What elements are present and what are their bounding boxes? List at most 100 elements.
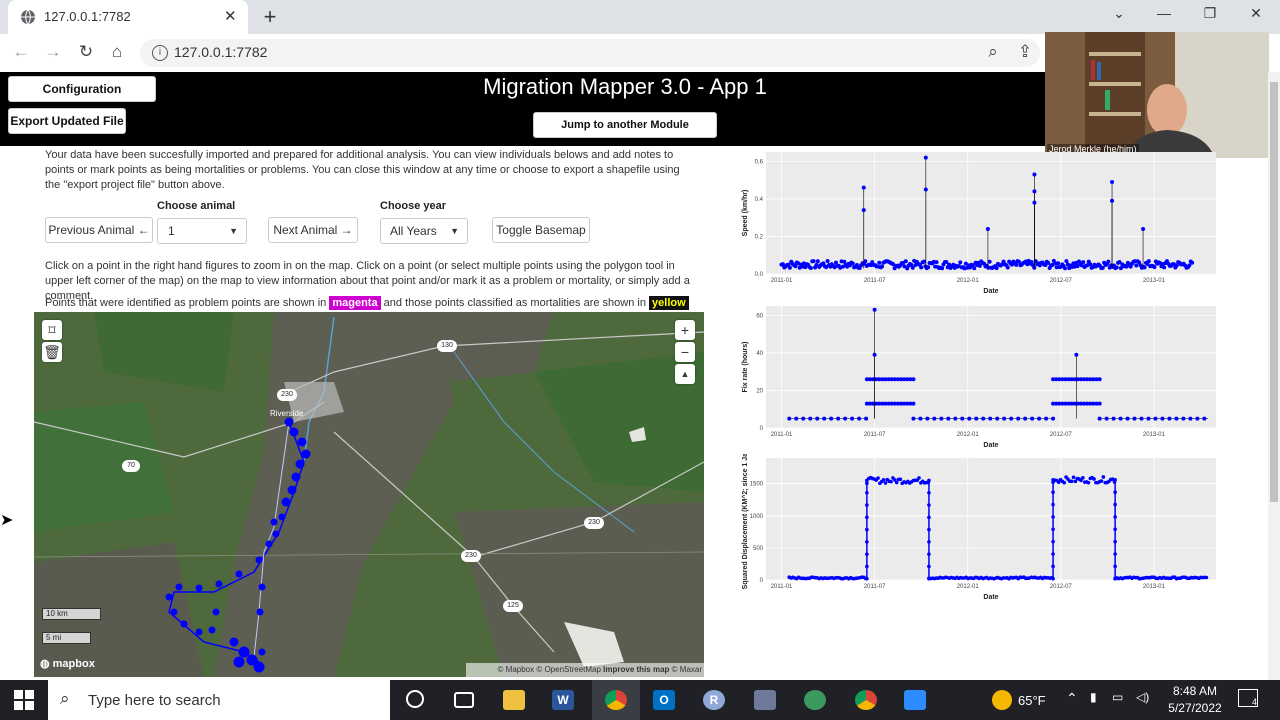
chrome-icon[interactable] — [605, 690, 627, 710]
highway-shield: 130 — [437, 340, 457, 352]
share-icon[interactable]: ⇪ — [1014, 42, 1036, 62]
data-point — [919, 265, 924, 270]
data-point — [918, 416, 923, 421]
data-point — [977, 263, 982, 268]
jump-module-button[interactable]: Jump to another Module — [533, 112, 717, 138]
choose-animal-label: Choose animal — [157, 200, 236, 212]
info-icon[interactable]: i — [152, 45, 168, 61]
y-tick-label: 40 — [756, 351, 763, 357]
map[interactable]: ⌑ 🗑 + − ▲ Riverside 130 230 70 230 230 1… — [34, 312, 704, 677]
fix-rate-chart[interactable]: 0 20 40 60 2011-01 2011-07 2012-01 2012-07 2013-… — [738, 302, 1224, 452]
x-tick-label: 2011-07 — [864, 584, 886, 590]
trash-icon[interactable]: 🗑 — [42, 342, 62, 362]
reload-icon[interactable]: ↻ — [75, 42, 97, 62]
data-point — [865, 527, 869, 532]
plot-background — [766, 152, 1216, 274]
data-point — [911, 416, 916, 421]
data-point — [921, 259, 926, 264]
restore-icon[interactable]: ❐ — [1196, 5, 1224, 22]
reset-north-button[interactable]: ▲ — [675, 364, 695, 384]
data-point — [1051, 564, 1055, 569]
data-point — [1009, 416, 1014, 421]
new-tab-icon[interactable]: + — [258, 4, 282, 30]
chrome-profile-icon[interactable] — [855, 690, 877, 710]
forward-icon[interactable]: → — [42, 42, 64, 62]
data-point — [850, 261, 855, 266]
r-icon[interactable]: R — [703, 690, 725, 710]
animal-select[interactable]: 1 ▼ — [157, 218, 247, 244]
network-icon[interactable]: ▭ — [1112, 690, 1123, 704]
data-point — [787, 265, 792, 270]
weather-sun-icon[interactable] — [992, 690, 1012, 710]
close-tab-icon[interactable]: ✕ — [224, 7, 237, 25]
minimize-icon[interactable]: — — [1150, 5, 1178, 21]
chevron-down-icon: ▼ — [450, 226, 459, 236]
data-point — [1152, 265, 1157, 270]
data-point — [1113, 502, 1117, 507]
data-point — [927, 552, 931, 556]
close-window-icon[interactable]: ✕ — [1242, 5, 1270, 22]
x-tick-label: 2011-01 — [771, 584, 793, 590]
next-animal-button[interactable]: Next Animal → — [268, 217, 358, 243]
file-explorer-icon[interactable] — [503, 690, 525, 710]
data-point — [1005, 265, 1010, 270]
configuration-parameters-button[interactable]: Configuration Parameters — [8, 76, 156, 120]
windows-start-icon[interactable] — [14, 690, 34, 710]
home-icon[interactable]: ⌂ — [106, 42, 128, 62]
toggle-basemap-button[interactable]: Toggle Basemap — [492, 217, 590, 243]
search-app-icon[interactable] — [804, 690, 826, 710]
data-point — [1051, 527, 1055, 532]
tab-search-icon[interactable]: ⌄ — [1105, 5, 1133, 22]
address-bar[interactable]: i 127.0.0.1:7782 — [140, 39, 1040, 67]
data-point — [843, 416, 848, 421]
plot-background — [766, 306, 1216, 428]
displacement-chart[interactable]: 0 500 1000 1500 2011-01 2011-07 2012-01 2012-07… — [738, 454, 1224, 604]
chevron-down-icon: ▼ — [229, 226, 238, 236]
y-tick-label: 1500 — [750, 482, 764, 488]
volume-icon[interactable]: ◁) — [1136, 690, 1149, 704]
zoom-icon[interactable]: ⌕ — [982, 42, 1004, 62]
back-icon[interactable]: ← — [10, 42, 32, 62]
battery-icon[interactable]: ▮ — [1090, 690, 1097, 704]
data-point — [1139, 416, 1144, 421]
data-point — [815, 259, 820, 264]
clock-time[interactable]: 8:48 AM — [1160, 684, 1230, 698]
taskbar-search[interactable]: ⌕ Type here to search — [48, 680, 390, 720]
zoom-app-icon[interactable] — [904, 690, 926, 710]
previous-animal-button[interactable]: Previous Animal ← — [45, 217, 153, 243]
data-point — [985, 226, 990, 231]
cortana-icon[interactable] — [406, 690, 424, 708]
word-icon[interactable]: W — [552, 690, 574, 710]
weather-temp[interactable]: 65°F — [1018, 693, 1046, 708]
zoom-out-button[interactable]: − — [675, 342, 695, 362]
task-view-icon[interactable] — [454, 692, 474, 708]
export-updated-file-button[interactable]: Export Updated File — [8, 108, 126, 134]
data-point — [932, 416, 937, 421]
scrollbar-thumb[interactable] — [1270, 82, 1278, 502]
data-point — [917, 476, 921, 480]
data-point — [1118, 416, 1123, 421]
y-tick-label: 0.6 — [755, 159, 764, 165]
data-point — [1051, 515, 1055, 519]
y-axis-label: Fix rate (hours) — [742, 342, 749, 393]
year-select[interactable]: All Years ▼ — [380, 218, 468, 244]
map-canvas[interactable] — [34, 312, 704, 677]
clock-date[interactable]: 5/27/2022 — [1160, 701, 1230, 715]
polygon-draw-icon[interactable]: ⌑ — [42, 320, 62, 340]
data-point — [836, 416, 841, 421]
zoom-in-button[interactable]: + — [675, 320, 695, 340]
data-point — [865, 515, 869, 520]
outlook-icon[interactable]: O — [653, 690, 675, 710]
tray-chevron-icon[interactable]: ⌃ — [1066, 690, 1078, 707]
browser-tab[interactable]: 127.0.0.1:7782 ✕ — [8, 0, 248, 34]
url-text: 127.0.0.1:7782 — [174, 44, 268, 60]
remote-desktop-icon[interactable] — [754, 690, 776, 710]
notification-count: 4 — [1251, 697, 1257, 707]
improve-map-link[interactable]: Improve this map — [603, 665, 669, 674]
notification-icon[interactable]: 4 — [1238, 689, 1258, 707]
data-point — [1114, 265, 1119, 270]
speed-chart[interactable]: 0.0 0.2 0.4 0.6 2011-01 2011-07 2012-01 2012-07… — [738, 148, 1224, 298]
data-point — [925, 416, 930, 421]
legend-text: Points that were identified as problem p… — [45, 296, 705, 311]
attribution-maxar: © Maxar — [671, 665, 702, 674]
